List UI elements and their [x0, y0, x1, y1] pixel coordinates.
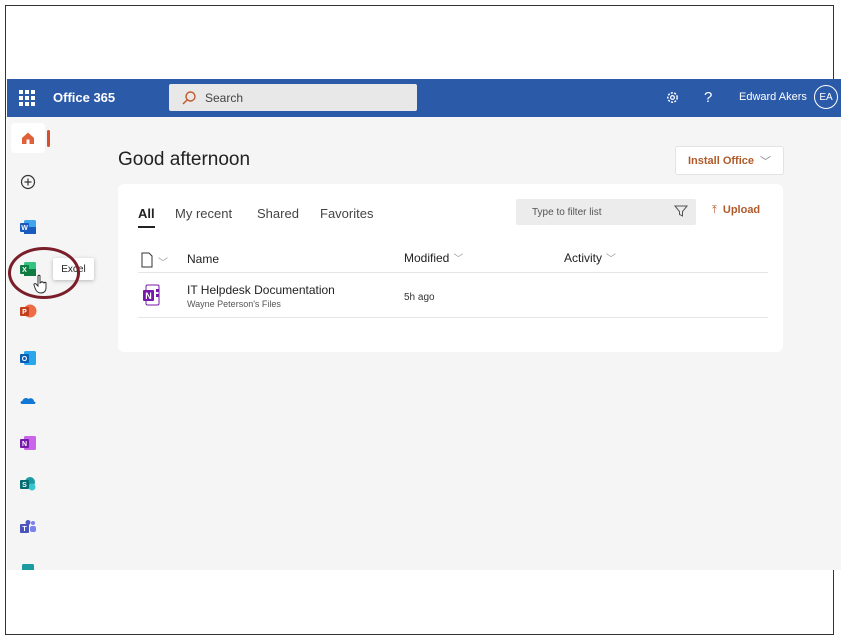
upload-icon: ⤒ — [712, 204, 717, 216]
svg-text:O: O — [22, 356, 28, 363]
svg-text:W: W — [21, 225, 28, 232]
rail-item-more-app[interactable] — [11, 553, 45, 570]
svg-text:P: P — [22, 309, 27, 316]
rail-item-create[interactable] — [11, 167, 45, 197]
avatar[interactable]: EA — [814, 85, 838, 109]
chevron-down-icon[interactable]: ﹀ — [158, 254, 168, 269]
page-title: Good afternoon — [118, 149, 251, 170]
rail-item-home[interactable] — [11, 123, 45, 153]
rail-item-sharepoint[interactable]: S — [11, 469, 45, 499]
chevron-down-icon: ﹀ — [453, 254, 464, 265]
column-activity[interactable]: Activity ﹀ — [564, 250, 616, 265]
install-office-label: Install Office — [687, 154, 755, 167]
help-icon[interactable]: ? — [704, 89, 712, 106]
teams-icon: T — [20, 520, 36, 533]
file-modified: 5h ago — [404, 292, 435, 303]
filter-input[interactable]: Type to filter list — [516, 199, 696, 225]
home-active-indicator — [47, 130, 50, 147]
onenote-icon: N — [20, 436, 36, 450]
onenote-file-icon: N — [143, 284, 160, 306]
sharepoint-icon: S — [20, 477, 36, 491]
svg-text:N: N — [145, 291, 152, 301]
word-icon: W — [20, 220, 36, 234]
office-window: Office 365 Search ? Edward Akers EA W X … — [7, 79, 841, 570]
tab-favorites[interactable]: Favorites — [320, 206, 373, 221]
column-modified[interactable]: Modified ﹀ — [404, 250, 463, 265]
gear-icon[interactable] — [665, 90, 680, 105]
rail-item-word[interactable]: W — [11, 212, 45, 242]
rail-item-onedrive[interactable] — [11, 385, 45, 415]
tab-shared[interactable]: Shared — [257, 206, 299, 221]
chevron-down-icon: ﹀ — [760, 155, 772, 168]
upload-label: Upload — [722, 204, 761, 216]
search-input[interactable]: Search — [169, 84, 417, 111]
app-launcher-icon[interactable] — [19, 90, 35, 106]
top-bar: Office 365 Search ? Edward Akers EA — [7, 79, 841, 117]
app-icon — [22, 564, 34, 570]
search-placeholder: Search — [205, 90, 244, 105]
user-name[interactable]: Edward Akers — [739, 91, 807, 103]
powerpoint-icon: P — [20, 304, 37, 318]
header-divider — [138, 272, 768, 273]
chevron-down-icon: ﹀ — [606, 254, 617, 265]
outlook-icon: O — [20, 351, 36, 365]
home-icon — [22, 132, 34, 144]
file-name[interactable]: IT Helpdesk Documentation — [187, 283, 335, 297]
brand-title[interactable]: Office 365 — [53, 90, 115, 105]
column-activity-label: Activity — [564, 251, 603, 265]
files-card: All My recent Shared Favorites Type to f… — [118, 184, 783, 352]
install-office-button[interactable]: Install Office ﹀ — [675, 146, 784, 175]
svg-text:T: T — [22, 526, 27, 533]
upload-button[interactable]: ⤒ Upload — [712, 204, 760, 217]
filter-placeholder: Type to filter list — [532, 206, 602, 218]
rail-item-teams[interactable]: T — [11, 512, 45, 542]
rail-item-onenote[interactable]: N — [11, 428, 45, 458]
column-name[interactable]: Name — [187, 252, 219, 266]
file-location: Wayne Peterson's Files — [187, 299, 281, 309]
rail-item-outlook[interactable]: O — [11, 343, 45, 373]
filter-icon[interactable] — [674, 204, 688, 218]
rail-item-powerpoint[interactable]: P — [11, 296, 45, 326]
plus-circle-icon — [20, 174, 36, 190]
row-divider — [138, 317, 768, 318]
document-icon[interactable] — [140, 252, 154, 268]
app-rail: W X P O N S T — [7, 117, 51, 570]
svg-text:N: N — [22, 441, 27, 448]
tab-all[interactable]: All — [138, 206, 155, 228]
hand-cursor-icon — [33, 274, 47, 294]
column-modified-label: Modified — [404, 251, 450, 265]
svg-text:S: S — [22, 482, 27, 489]
tab-my-recent[interactable]: My recent — [175, 206, 232, 221]
onedrive-icon — [20, 397, 36, 404]
search-icon — [182, 90, 196, 104]
